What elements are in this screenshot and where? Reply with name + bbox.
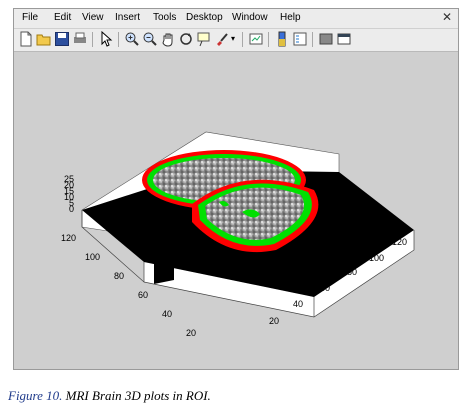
zoom-in-icon[interactable] xyxy=(124,31,140,47)
z-tick-label: 0 xyxy=(69,204,74,214)
y-tick-label: 20 xyxy=(186,328,196,338)
menu-view[interactable]: View xyxy=(82,12,104,23)
y-tick-label: 40 xyxy=(162,309,172,319)
brush-icon[interactable] xyxy=(214,31,230,47)
figure-window: File Edit View Insert Tools Desktop Wind… xyxy=(13,8,459,370)
pan-hand-icon[interactable] xyxy=(160,31,176,47)
print-icon[interactable] xyxy=(72,31,88,47)
menu-file[interactable]: File xyxy=(22,12,38,23)
y-tick-label: 80 xyxy=(114,271,124,281)
select-arrow-icon[interactable] xyxy=(98,31,114,47)
menu-window[interactable]: Window xyxy=(232,12,268,23)
caption-label: Figure 10. xyxy=(8,388,63,403)
menu-help[interactable]: Help xyxy=(280,12,301,23)
x-tick-label: 60 xyxy=(320,283,330,293)
x-tick-label: 20 xyxy=(269,316,279,326)
close-icon[interactable]: ✕ xyxy=(442,10,452,24)
show-plot-tools-icon[interactable] xyxy=(336,31,352,47)
brain-3d-plot[interactable]: 25 20 15 10 5 0 120 100 80 60 40 20 20 4… xyxy=(14,52,460,371)
new-figure-icon[interactable] xyxy=(18,31,34,47)
data-cursor-icon[interactable] xyxy=(196,31,212,47)
x-tick-label: 40 xyxy=(293,299,303,309)
brush-dropdown-icon[interactable]: ▾ xyxy=(231,34,235,43)
menu-tools[interactable]: Tools xyxy=(153,12,176,23)
x-tick-label: 100 xyxy=(369,253,384,263)
link-plot-icon[interactable] xyxy=(248,31,264,47)
plot-area[interactable]: 25 20 15 10 5 0 120 100 80 60 40 20 20 4… xyxy=(14,52,458,371)
zoom-out-icon[interactable] xyxy=(142,31,158,47)
open-file-icon[interactable] xyxy=(36,31,52,47)
legend-icon[interactable] xyxy=(292,31,308,47)
menu-desktop[interactable]: Desktop xyxy=(186,12,223,23)
y-tick-label: 60 xyxy=(138,290,148,300)
rotate-3d-icon[interactable] xyxy=(178,31,194,47)
hide-plot-tools-icon[interactable] xyxy=(318,31,334,47)
figure-caption: Figure 10. MRI Brain 3D plots in ROI. xyxy=(8,388,211,404)
menu-insert[interactable]: Insert xyxy=(115,12,140,23)
save-icon[interactable] xyxy=(54,31,70,47)
caption-text: MRI Brain 3D plots in ROI. xyxy=(62,388,211,403)
y-tick-label: 100 xyxy=(85,252,100,262)
colorbar-icon[interactable] xyxy=(274,31,290,47)
menu-bar: File Edit View Insert Tools Desktop Wind… xyxy=(14,9,458,29)
menu-edit[interactable]: Edit xyxy=(54,12,71,23)
figure-toolbar: ▾ xyxy=(14,29,458,52)
y-tick-label: 120 xyxy=(61,233,76,243)
x-tick-label: 120 xyxy=(392,237,407,247)
x-tick-label: 80 xyxy=(347,267,357,277)
